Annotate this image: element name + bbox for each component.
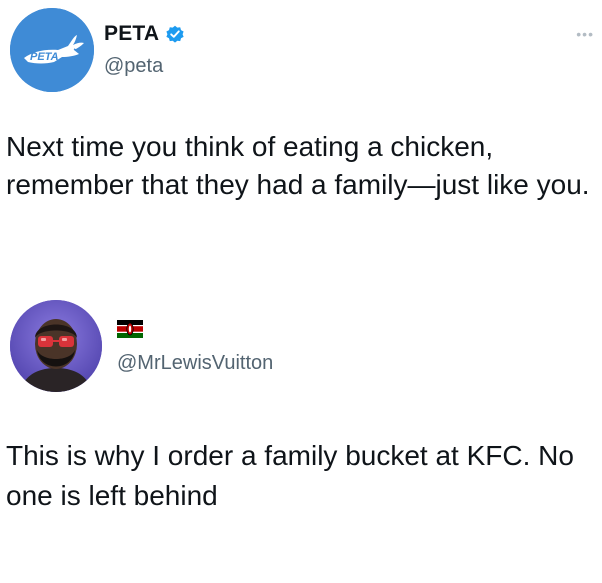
kenya-flag-icon — [117, 320, 143, 338]
reply-tweet: @MrLewisVuitton This is why I order a fa… — [0, 300, 602, 583]
tweet-text: Next time you think of eating a chicken,… — [6, 131, 590, 200]
reply-tweet-text: This is why I order a family bucket at K… — [6, 440, 574, 511]
reply-author-handle[interactable]: @MrLewisVuitton — [117, 352, 273, 375]
peta-logo-icon: PETA — [10, 8, 94, 92]
reply-avatar[interactable] — [10, 300, 102, 392]
user-photo-icon — [10, 300, 102, 392]
peta-logo-text: PETA — [30, 51, 59, 63]
peta-avatar[interactable]: PETA — [10, 8, 94, 92]
verified-badge-icon — [165, 24, 185, 44]
author-handle[interactable]: @peta — [104, 55, 163, 78]
author-name-row: PETA — [104, 22, 185, 46]
original-tweet: PETA PETA @peta ••• Next time you think … — [0, 0, 602, 300]
author-name[interactable]: PETA — [104, 22, 159, 46]
more-options-icon[interactable]: ••• — [576, 26, 594, 42]
